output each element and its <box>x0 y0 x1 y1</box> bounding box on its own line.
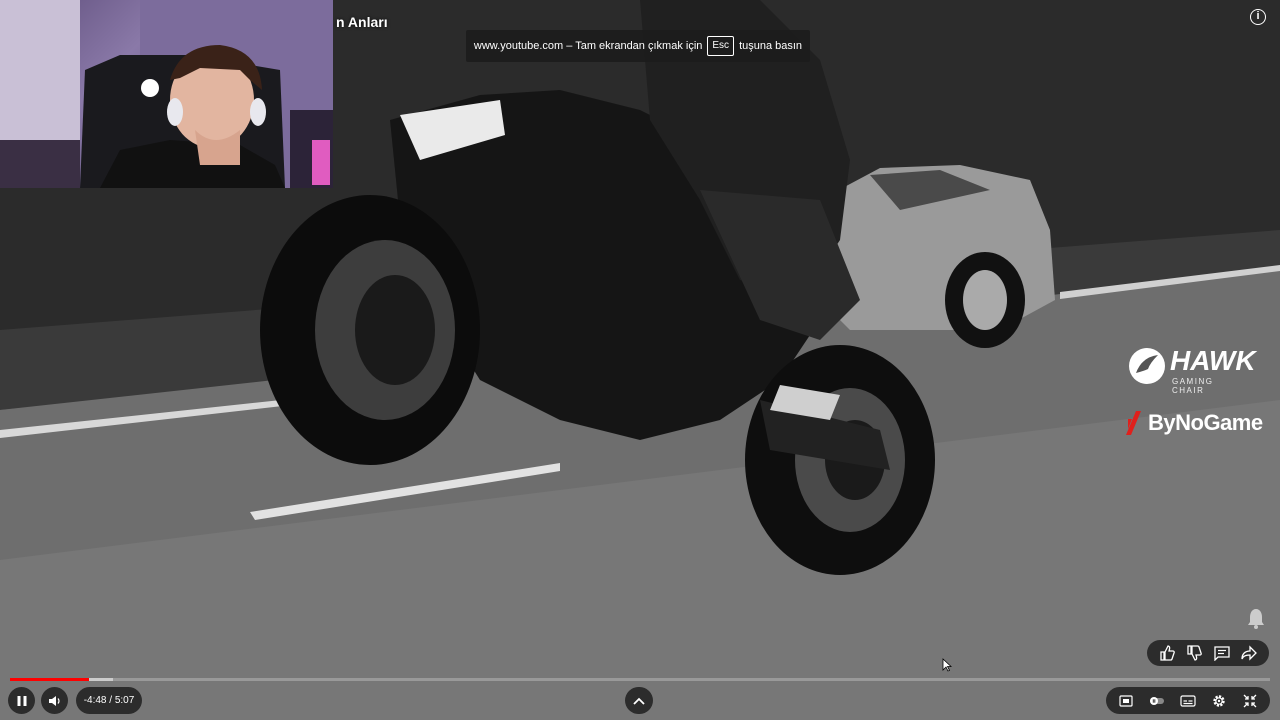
thumbs-up-icon[interactable] <box>1157 643 1177 663</box>
hawk-emblem-icon <box>1129 348 1165 384</box>
volume-icon <box>48 695 60 706</box>
seek-bar[interactable] <box>10 678 1270 681</box>
time-display-text: -4:48 / 5:07 <box>83 695 135 706</box>
subtitles-icon[interactable] <box>1177 691 1199 711</box>
comment-icon[interactable] <box>1212 643 1232 663</box>
hawk-subtitle: GAMING CHAIR <box>1172 377 1214 395</box>
hawk-sponsor-logo: HAWK GAMING CHAIR <box>1128 345 1256 395</box>
fullscreen-exit-notice: www.youtube.com – Tam ekrandan çıkmak iç… <box>466 30 810 62</box>
thumbs-down-icon[interactable] <box>1184 643 1204 663</box>
bynogame-wordmark: ByNoGame <box>1148 410 1263 435</box>
webcam-overlay <box>0 0 333 188</box>
engagement-actions-bar <box>1147 640 1269 666</box>
chevron-up-icon <box>633 697 645 705</box>
volume-button[interactable] <box>41 687 68 714</box>
esc-key-badge: Esc <box>707 36 735 56</box>
seek-bar-played <box>10 678 90 681</box>
player-settings-controls <box>1106 687 1270 714</box>
bynogame-emblem-icon <box>1126 411 1141 435</box>
fullscreen-notice-text-before: www.youtube.com – Tam ekrandan çıkmak iç… <box>473 40 703 52</box>
share-icon[interactable] <box>1239 643 1259 663</box>
fullscreen-notice-text-after: tuşuna basın <box>739 40 803 52</box>
info-glyph: i <box>1256 10 1260 22</box>
quality-icon[interactable] <box>1115 691 1137 711</box>
bynogame-sponsor-logo: ByNoGame <box>1122 408 1263 438</box>
bell-icon[interactable] <box>1246 607 1266 629</box>
video-title[interactable]: n Anları <box>336 14 388 30</box>
mouse-pointer-icon <box>942 658 953 672</box>
info-icon[interactable]: i <box>1250 9 1266 25</box>
chapters-button[interactable] <box>625 687 653 714</box>
exit-fullscreen-icon[interactable] <box>1239 691 1261 711</box>
pause-button[interactable] <box>8 687 35 714</box>
pause-icon <box>17 695 26 706</box>
streamer-webcam-illustration <box>0 0 333 188</box>
gear-icon[interactable] <box>1208 691 1230 711</box>
time-display: -4:48 / 5:07 <box>76 687 142 714</box>
hawk-wordmark: HAWK <box>1170 345 1256 376</box>
autoplay-toggle-icon[interactable] <box>1146 691 1168 711</box>
